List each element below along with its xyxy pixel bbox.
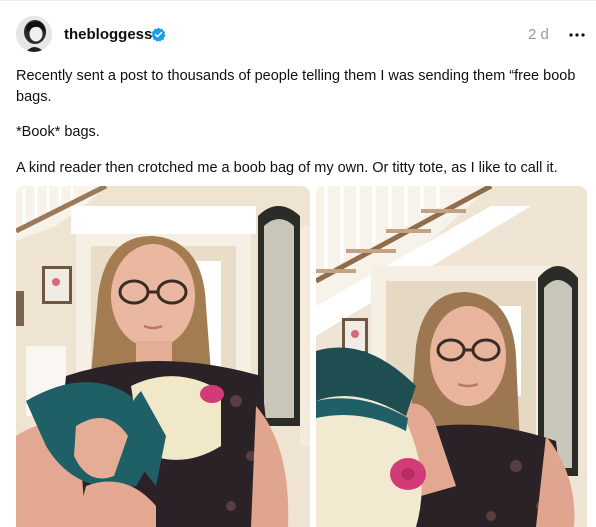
more-options-icon[interactable] [566, 26, 588, 44]
top-divider [0, 0, 596, 1]
avatar[interactable] [16, 16, 52, 52]
post-paragraph: A kind reader then crotched me a boob ba… [16, 160, 558, 176]
photo-woman-holding-crochet-bag [316, 186, 587, 527]
post-image-1[interactable] [16, 186, 310, 527]
timestamp: 2 d [528, 26, 549, 43]
username[interactable]: thebloggess [64, 25, 152, 45]
photo-woman-holding-crochet-bag [16, 186, 310, 527]
post-paragraph: *Book* bags. [16, 124, 100, 140]
post-paragraph: Recently sent a post to thousands of peo… [16, 68, 576, 105]
verified-badge-icon [151, 27, 166, 42]
post-image-2[interactable] [316, 186, 587, 527]
avatar-photo-icon [16, 16, 52, 52]
